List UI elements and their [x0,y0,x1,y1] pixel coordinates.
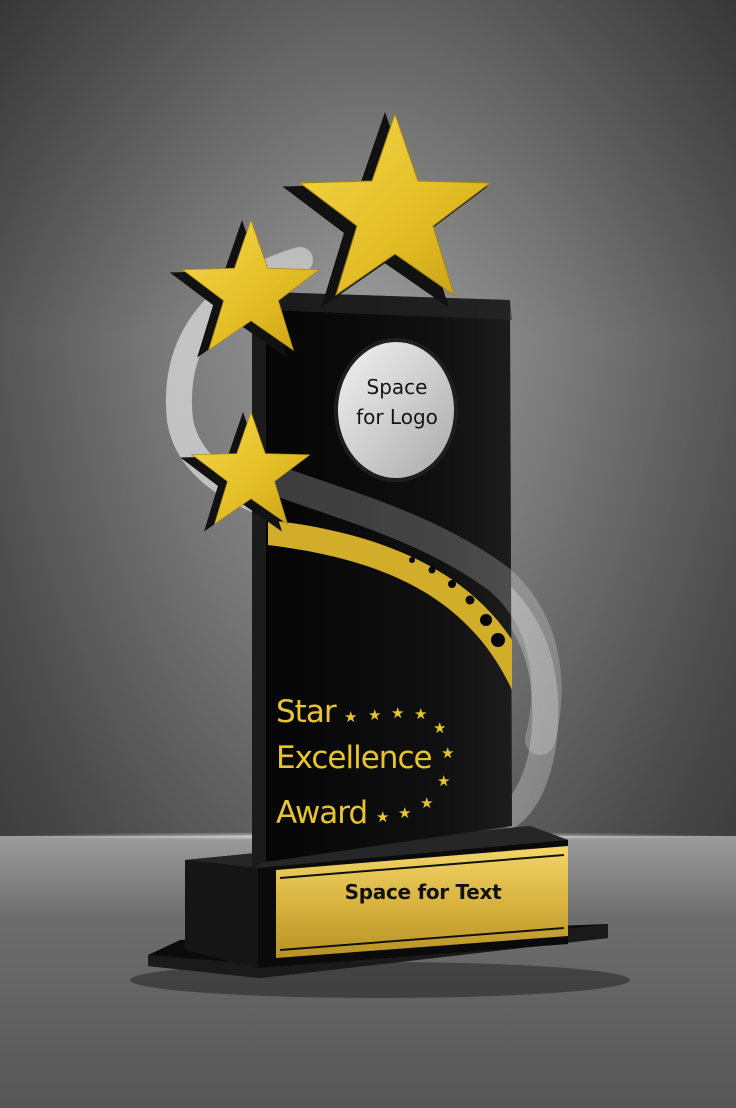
award-title-line-3: Award [276,795,368,831]
logo-placeholder-text: Space for Logo [338,372,456,432]
logo-text-line-1: Space [366,375,428,399]
svg-text:★: ★ [368,706,381,724]
svg-text:★: ★ [398,804,411,822]
award-title-line-2: Excellence [276,740,433,776]
svg-text:★: ★ [391,704,404,722]
trophy: ★ ★ ★ ★ ★ ★ ★ ★ ★ ★ [130,111,630,998]
svg-text:★: ★ [433,719,446,737]
svg-text:★: ★ [441,744,454,762]
plate-placeholder-text: Space for Text [344,880,502,904]
svg-text:★: ★ [437,772,450,790]
svg-text:★: ★ [376,808,389,826]
award-title-line-1: Star [276,694,337,730]
logo-text-line-2: for Logo [356,405,438,429]
large-star-icon [282,111,492,308]
photo-scene: ★ ★ ★ ★ ★ ★ ★ ★ ★ ★ Space for Logo Star … [0,0,736,1108]
svg-text:★: ★ [414,705,427,723]
svg-text:★: ★ [420,794,433,812]
svg-text:★: ★ [344,708,357,726]
